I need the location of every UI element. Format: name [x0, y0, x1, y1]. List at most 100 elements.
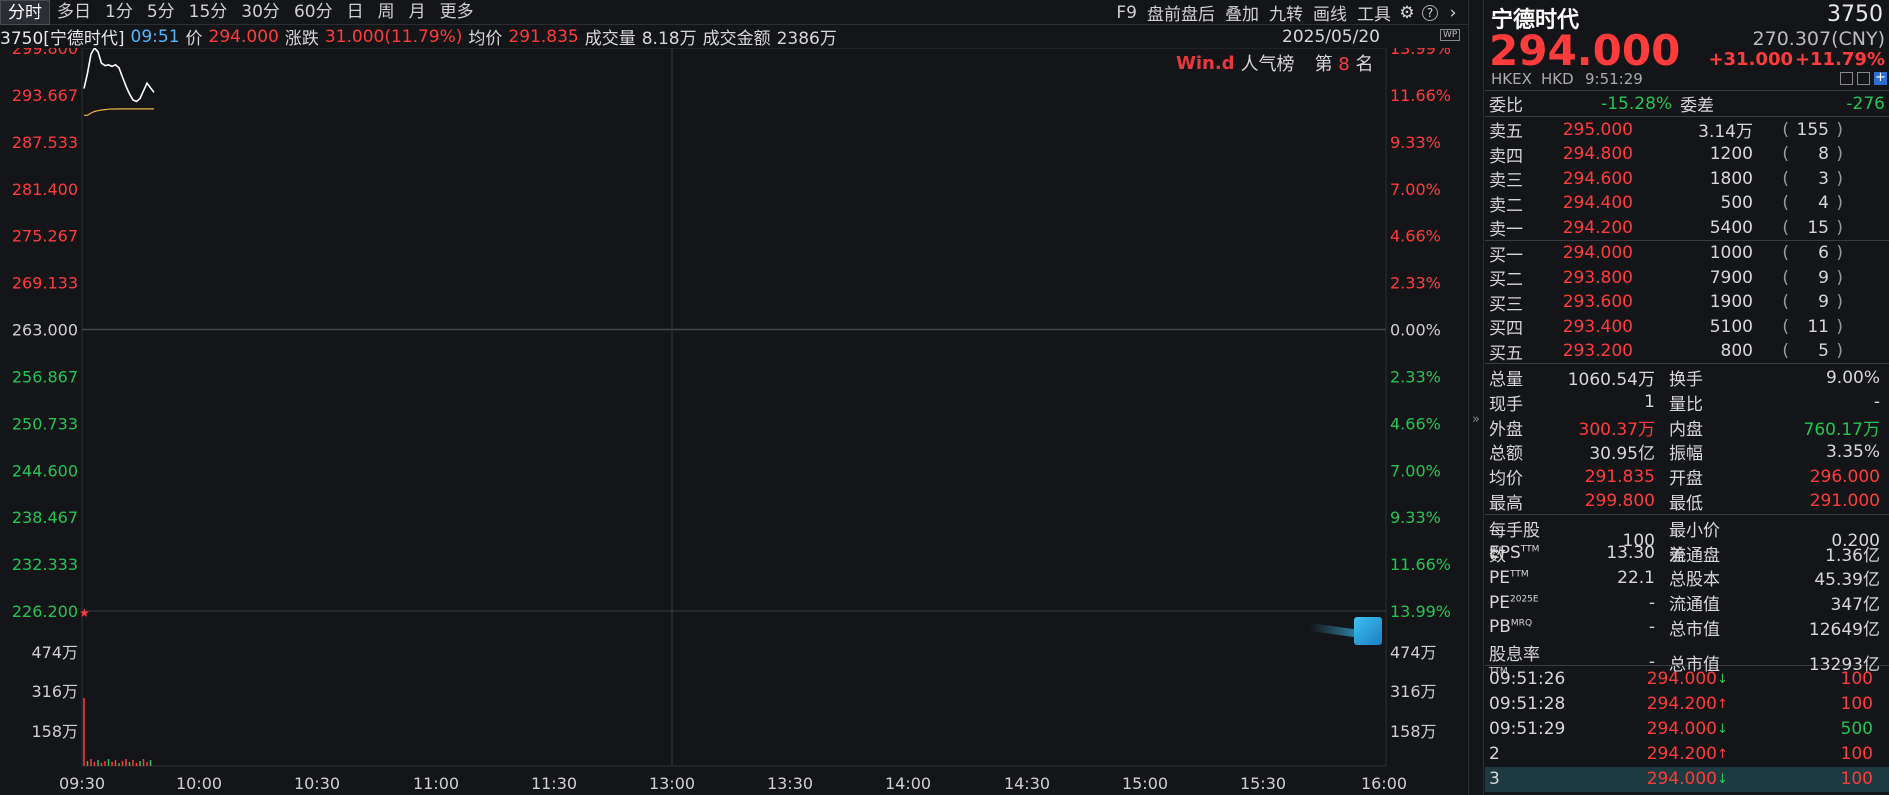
period-tab-5[interactable]: 30分: [234, 0, 287, 25]
add-icon[interactable]: +: [1874, 71, 1887, 85]
weicha-label: 委差: [1680, 96, 1715, 116]
ask-level-label: 卖四: [1489, 146, 1523, 167]
rank-suffix: 名: [1355, 54, 1374, 75]
ask-count: 8: [1818, 144, 1829, 164]
period-tab-0[interactable]: 分时: [0, 0, 50, 25]
info-change: 31.000(11.79%): [324, 26, 463, 47]
weibi-row: 委比 -15.28% 委差 -276: [1485, 90, 1889, 116]
period-tab-10[interactable]: 更多: [433, 0, 481, 25]
panel-tool-icons[interactable]: +: [1840, 71, 1887, 85]
bid-level-label: 买四: [1489, 319, 1523, 339]
bid-paren-close: ): [1836, 267, 1843, 288]
ask-count: 3: [1818, 168, 1829, 189]
vol-axis-tick-right: 316万: [1390, 682, 1437, 701]
stat-value-2: 347亿: [1830, 595, 1880, 616]
bid-price: 293.800: [1562, 267, 1633, 288]
period-tab-9[interactable]: 月: [402, 0, 433, 25]
stat-label: PBMRQ: [1489, 617, 1533, 638]
ask-level-label: 卖一: [1489, 220, 1523, 240]
tick-volume: 100: [1840, 694, 1873, 715]
period-tab-4[interactable]: 15分: [182, 0, 235, 25]
bid-book: 买一 294.000 1000 (6) 买二 293.800 7900 (9) 买三 293.60…: [1485, 239, 1889, 364]
x-axis-tick: 16:00: [1361, 774, 1407, 793]
stat-row: EPSTTM 13.30 流通盘 1.36亿: [1485, 541, 1889, 566]
tick-row: 2 294.200 ↑ 100: [1485, 742, 1889, 767]
popularity-label: 人气榜: [1240, 54, 1295, 75]
vol-axis-tick-right: 474万: [1390, 643, 1437, 662]
x-axis-tick: 13:30: [767, 774, 813, 793]
stat-row: 均价 291.835 开盘 296.000: [1485, 464, 1889, 490]
ask-row: 卖三 294.600 1800 (3): [1485, 166, 1889, 192]
toolbar-tool-4[interactable]: 画线: [1308, 0, 1352, 25]
stat-label-2: 总股本: [1669, 570, 1720, 591]
x-axis-tick: 11:00: [413, 774, 459, 793]
toolbar-tool-5[interactable]: 工具: [1352, 0, 1396, 25]
period-tab-8[interactable]: 周: [371, 0, 402, 25]
tick-volume: 100: [1840, 769, 1873, 790]
period-tab-3[interactable]: 5分: [140, 0, 182, 25]
ask-volume: 1800: [1709, 168, 1753, 189]
toolbar-tool-0[interactable]: F9: [1111, 3, 1142, 23]
left-axis-tick: 250.733: [12, 414, 78, 433]
ask-row: 卖五 295.000 3.14万 (155): [1485, 117, 1889, 143]
popularity-rank[interactable]: Win.d 人气榜 第 8 名: [1176, 50, 1373, 76]
stat-label: 现手: [1489, 394, 1523, 415]
quote-panel: 宁德时代 3750 294.000 270.307(CNY) +31.000 +…: [1485, 0, 1889, 795]
info-price: 294.000: [208, 26, 279, 47]
panel-splitter[interactable]: »: [1468, 0, 1484, 795]
stat-value-2: -: [1873, 392, 1880, 413]
period-tab-1[interactable]: 多日: [50, 0, 98, 25]
bid-level-label: 买三: [1489, 294, 1523, 315]
chart-canvas[interactable]: 299.800 13.99% 293.667 11.66% 287.533 9.33% 28…: [0, 48, 1468, 795]
bid-row: 买一 294.000 1000 (6): [1485, 241, 1889, 266]
expand-arrow-icon[interactable]: »: [1472, 412, 1480, 427]
period-tab-6[interactable]: 60分: [287, 0, 340, 25]
stat-row: 股息率TTM - 总市值 13293亿: [1485, 640, 1889, 676]
wp-icon[interactable]: WP: [1440, 29, 1461, 41]
avg-label: 均价: [468, 29, 503, 49]
x-axis-tick: 09:30: [59, 774, 105, 793]
right-axis-tick: 4.66%: [1390, 414, 1441, 433]
edit-icon[interactable]: [1840, 72, 1853, 85]
toolbar-tool-3[interactable]: 九转: [1264, 0, 1308, 25]
toolbar-tool-1[interactable]: 盘前盘后: [1142, 0, 1220, 25]
ask-volume: 5400: [1709, 217, 1753, 238]
stat-label: 最高: [1489, 493, 1523, 514]
period-tab-2[interactable]: 1分: [98, 0, 140, 25]
left-axis-tick: 226.200: [12, 602, 78, 621]
left-axis-tick: 299.800: [12, 48, 78, 58]
stock-code: 3750: [1827, 2, 1883, 27]
bid-paren-close: ): [1836, 316, 1843, 337]
ask-price: 294.600: [1562, 168, 1633, 189]
help-icon[interactable]: ?: [1422, 4, 1438, 21]
change-label: 涨跌: [284, 29, 319, 49]
float-widget-icon[interactable]: [1354, 617, 1382, 645]
rank-text: 第 8 名: [1315, 50, 1374, 76]
stat-value-2: 12649亿: [1808, 619, 1880, 640]
ask-paren-close: ): [1836, 193, 1843, 213]
change-pct: +11.79%: [1794, 49, 1885, 70]
right-axis-tick: 7.00%: [1390, 180, 1441, 199]
info-amt: 2386万: [776, 29, 837, 49]
stat-label: PETTM: [1489, 567, 1529, 588]
bid-volume: 7900: [1709, 267, 1753, 288]
bid-count: 9: [1818, 292, 1829, 312]
tick-time: 3: [1489, 769, 1500, 790]
period-tab-7[interactable]: 日: [340, 0, 371, 25]
stat-value: 300.37万: [1578, 419, 1655, 440]
forward-arrow-icon[interactable]: ›: [1442, 2, 1464, 24]
price-line: [83, 48, 155, 103]
x-axis-tick: 14:30: [1004, 774, 1050, 793]
stat-label: 外盘: [1489, 419, 1523, 440]
left-axis-tick: 269.133: [12, 274, 78, 293]
toolbar-tool-2[interactable]: 叠加: [1220, 0, 1264, 25]
tick-volume: 100: [1840, 669, 1873, 690]
x-axis-tick: 15:30: [1240, 774, 1286, 793]
settings-gear-icon[interactable]: ⚙: [1396, 2, 1418, 24]
right-axis-tick: 2.33%: [1390, 367, 1441, 386]
price-label: 价: [185, 29, 203, 49]
info-date: 2025/05/20: [1282, 26, 1380, 47]
tick-volume: 500: [1840, 719, 1873, 740]
copy-icon[interactable]: [1857, 72, 1870, 85]
intraday-chart[interactable]: 299.800 13.99% 293.667 11.66% 287.533 9.33% 28…: [0, 48, 1468, 795]
